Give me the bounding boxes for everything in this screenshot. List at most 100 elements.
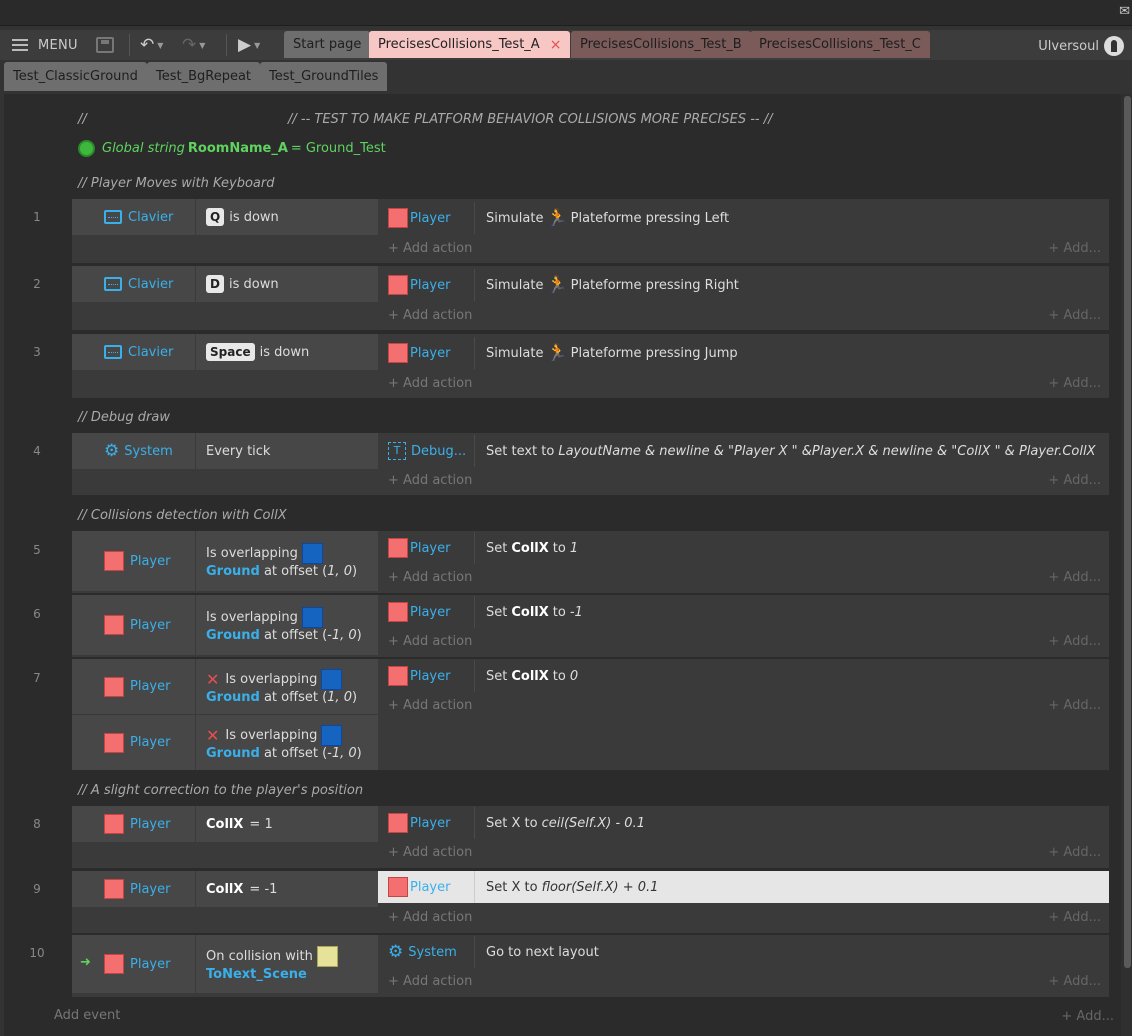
add-action-button[interactable]: + Add action bbox=[388, 974, 472, 989]
condition-text[interactable]: ✕ Is overlapping Ground at offset (1, 0) bbox=[195, 659, 378, 714]
chevron-down-icon[interactable]: ▼ bbox=[199, 41, 205, 50]
condition-object[interactable]: Clavier bbox=[72, 199, 194, 235]
save-icon[interactable] bbox=[96, 37, 114, 53]
condition-row[interactable]: ⚙ System Every tick bbox=[72, 433, 378, 469]
add-more-button[interactable]: + Add... bbox=[1048, 974, 1101, 989]
tab-test-classicground[interactable]: Test_ClassicGround bbox=[4, 62, 147, 91]
action-object[interactable]: ⚙ System bbox=[388, 936, 457, 968]
add-more-button[interactable]: + Add... bbox=[1048, 308, 1101, 323]
undo-button[interactable]: ↶ ▼ bbox=[140, 30, 163, 60]
action-text[interactable]: Go to next layout bbox=[486, 936, 599, 968]
condition-row[interactable]: Clavier Dis down bbox=[72, 266, 378, 302]
condition-text[interactable]: Every tick bbox=[195, 433, 378, 469]
condition-object[interactable]: Player bbox=[72, 595, 194, 655]
comment-row[interactable]: // Collisions detection with CollX bbox=[78, 508, 287, 523]
action-text[interactable]: Set text to LayoutName & newline & "Playe… bbox=[486, 435, 1096, 467]
action-object[interactable]: T Debug... bbox=[388, 435, 466, 467]
tab-precisescollisions-test-b[interactable]: PrecisesCollisions_Test_B bbox=[571, 31, 751, 58]
action-row[interactable]: Player Set CollX to -1 bbox=[378, 596, 1109, 628]
action-text[interactable]: Simulate 🏃 Plateforme pressing Jump bbox=[486, 337, 738, 369]
action-row[interactable]: Player Simulate 🏃 Plateforme pressing Righ… bbox=[378, 269, 1109, 301]
action-object[interactable]: Player bbox=[388, 807, 450, 839]
condition-row[interactable]: Player On collision with ToNext_Scene bbox=[72, 935, 378, 993]
run-button[interactable]: ▶ ▼ bbox=[238, 30, 260, 60]
notification-icon[interactable]: ✉ bbox=[1119, 4, 1130, 19]
add-action-button[interactable]: + Add action bbox=[388, 376, 472, 391]
condition-object[interactable]: Player bbox=[72, 659, 194, 714]
condition-text[interactable]: On collision with ToNext_Scene bbox=[195, 935, 378, 993]
add-action-button[interactable]: + Add action bbox=[388, 241, 472, 256]
tab-test-groundtiles[interactable]: Test_GroundTiles bbox=[260, 62, 388, 91]
condition-text[interactable]: Space is down bbox=[195, 334, 378, 370]
action-row[interactable]: Player Simulate 🏃 Plateforme pressing Left bbox=[378, 202, 1109, 234]
action-row[interactable]: T Debug... Set text to LayoutName & newlin… bbox=[378, 435, 1109, 467]
scrollbar-thumb[interactable] bbox=[1124, 96, 1131, 968]
add-action-button[interactable]: + Add action bbox=[388, 845, 472, 860]
add-more-button[interactable]: + Add... bbox=[1048, 845, 1101, 860]
condition-text[interactable]: CollX = 1 bbox=[195, 806, 378, 842]
condition-row[interactable]: Player CollX = -1 bbox=[72, 871, 378, 907]
condition-text[interactable]: Dis down bbox=[195, 266, 378, 302]
add-action-button[interactable]: + Add action bbox=[388, 910, 472, 925]
add-more-button[interactable]: + Add... bbox=[1048, 570, 1101, 585]
comment-header[interactable]: // -- TEST TO MAKE PLATFORM BEHAVIOR COL… bbox=[288, 112, 773, 127]
add-action-button[interactable]: + Add action bbox=[388, 570, 472, 585]
user-account[interactable]: Ulversoul bbox=[1038, 36, 1124, 56]
condition-object[interactable]: Player bbox=[72, 806, 194, 842]
add-more-button[interactable]: + Add... bbox=[1048, 910, 1101, 925]
action-text[interactable]: Set X to ceil(Self.X) - 0.1 bbox=[486, 807, 645, 839]
action-text[interactable]: Simulate 🏃 Plateforme pressing Right bbox=[486, 269, 739, 301]
condition-text[interactable]: Is overlapping Ground at offset (1, 0) bbox=[195, 531, 378, 591]
add-action-button[interactable]: + Add action bbox=[388, 473, 472, 488]
action-text[interactable]: Set CollX to 1 bbox=[486, 532, 578, 564]
condition-text[interactable]: Is overlapping Ground at offset (-1, 0) bbox=[195, 595, 378, 655]
comment-row[interactable]: // A slight correction to the player's p… bbox=[78, 783, 363, 798]
action-text[interactable]: Simulate 🏃 Plateforme pressing Left bbox=[486, 202, 729, 234]
action-row[interactable]: Player Simulate 🏃 Plateforme pressing Jump bbox=[378, 337, 1109, 369]
tab-precisescollisions-test-c[interactable]: PrecisesCollisions_Test_C bbox=[750, 31, 930, 58]
action-object[interactable]: Player bbox=[388, 269, 450, 301]
condition-row[interactable]: Clavier Space is down bbox=[72, 334, 378, 370]
condition-row[interactable]: Player CollX = 1 bbox=[72, 806, 378, 842]
chevron-down-icon[interactable]: ▼ bbox=[254, 41, 260, 50]
action-object[interactable]: Player bbox=[388, 532, 450, 564]
condition-row[interactable]: Player Is overlapping Ground at offset (… bbox=[72, 531, 378, 591]
condition-object[interactable]: Player bbox=[72, 715, 194, 770]
action-object[interactable]: Player bbox=[388, 202, 450, 234]
action-row[interactable]: Player Set CollX to 1 bbox=[378, 532, 1109, 564]
condition-object[interactable]: Player bbox=[72, 871, 194, 907]
action-object[interactable]: Player bbox=[388, 660, 450, 692]
add-more-button[interactable]: + Add... bbox=[1061, 1009, 1114, 1024]
add-action-button[interactable]: + Add action bbox=[388, 634, 472, 649]
action-text[interactable]: Set CollX to 0 bbox=[486, 660, 578, 692]
condition-object[interactable]: Clavier bbox=[72, 266, 194, 302]
add-more-button[interactable]: + Add... bbox=[1048, 698, 1101, 713]
tab-precisescollisions-test-a[interactable]: PrecisesCollisions_Test_A × bbox=[369, 31, 571, 58]
tab-test-bgrepeat[interactable]: Test_BgRepeat bbox=[147, 62, 261, 91]
add-event-button[interactable]: Add event bbox=[54, 1008, 120, 1023]
chevron-down-icon[interactable]: ▼ bbox=[157, 41, 163, 50]
condition-row[interactable]: Player ✕ Is overlapping Ground at offset … bbox=[72, 659, 378, 714]
tab-start-page[interactable]: Start page bbox=[284, 31, 371, 58]
condition-row[interactable]: Clavier Qis down bbox=[72, 199, 378, 235]
add-more-button[interactable]: + Add... bbox=[1048, 241, 1101, 256]
action-object[interactable]: Player bbox=[388, 337, 450, 369]
close-icon[interactable]: × bbox=[550, 37, 562, 53]
add-more-button[interactable]: + Add... bbox=[1048, 634, 1101, 649]
add-action-button[interactable]: + Add action bbox=[388, 308, 472, 323]
condition-object[interactable]: Clavier bbox=[72, 334, 194, 370]
condition-text[interactable]: CollX = -1 bbox=[195, 871, 378, 907]
condition-row[interactable]: Player Is overlapping Ground at offset (… bbox=[72, 595, 378, 655]
action-object[interactable]: Player bbox=[388, 596, 450, 628]
add-action-button[interactable]: + Add action bbox=[388, 698, 472, 713]
condition-row[interactable]: Player ✕ Is overlapping Ground at offset … bbox=[72, 715, 378, 770]
condition-object[interactable]: Player bbox=[72, 531, 194, 591]
action-row[interactable]: ⚙ System Go to next layout bbox=[378, 936, 1109, 968]
condition-text[interactable]: ✕ Is overlapping Ground at offset (-1, 0) bbox=[195, 715, 378, 770]
comment-row[interactable]: // Debug draw bbox=[78, 410, 170, 425]
condition-text[interactable]: Qis down bbox=[195, 199, 378, 235]
add-more-button[interactable]: + Add... bbox=[1048, 473, 1101, 488]
action-row-selected[interactable]: Player Set X to floor(Self.X) + 0.1 bbox=[378, 871, 1109, 903]
menu-button[interactable]: MENU bbox=[12, 30, 78, 60]
condition-object[interactable]: ⚙ System bbox=[72, 433, 194, 469]
